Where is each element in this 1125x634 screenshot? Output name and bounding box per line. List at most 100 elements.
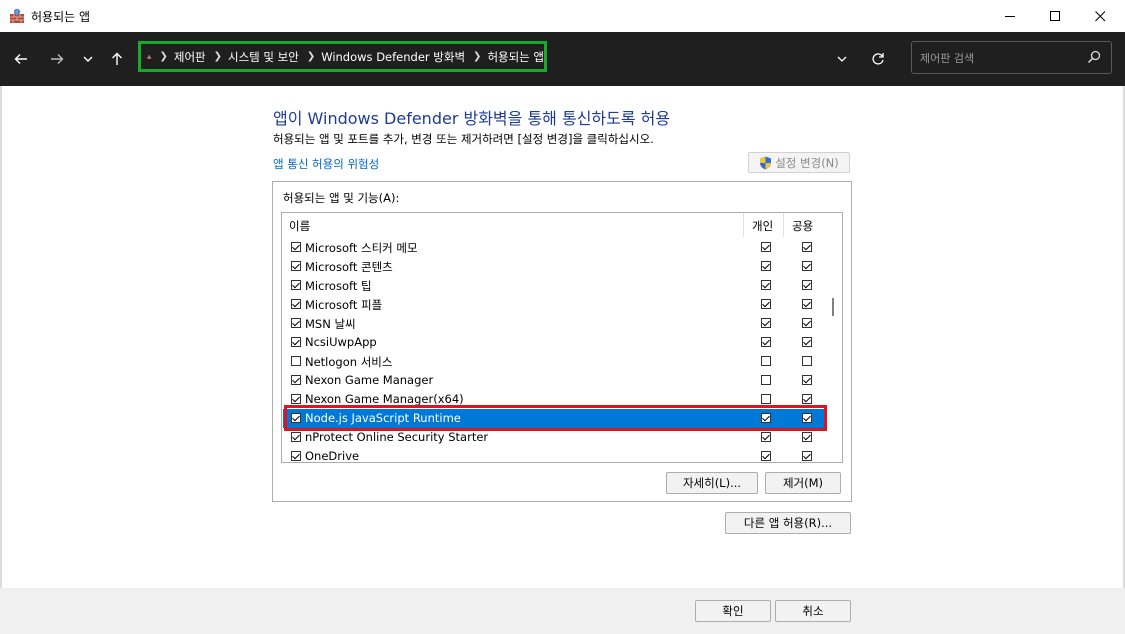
- recent-locations-button[interactable]: [75, 46, 101, 72]
- remove-button[interactable]: 제거(M): [765, 472, 841, 494]
- maximize-button[interactable]: [1032, 0, 1078, 32]
- page-description: 허용되는 앱 및 포트를 추가, 변경 또는 제거하려면 [설정 변경]을 클릭…: [273, 132, 654, 146]
- list-item[interactable]: Nexon Game Manager(x64): [283, 390, 826, 409]
- list-item[interactable]: Nexon Game Manager: [283, 371, 826, 390]
- allow-another-app-button[interactable]: 다른 앱 허용(R)...: [725, 512, 851, 534]
- private-checkbox[interactable]: [761, 375, 771, 385]
- title-bar: 허용되는 앱: [0, 0, 1125, 32]
- dialog-footer: 확인 취소: [0, 588, 1125, 634]
- public-checkbox[interactable]: [802, 356, 812, 366]
- public-checkbox[interactable]: [802, 242, 812, 252]
- public-checkbox[interactable]: [802, 261, 812, 271]
- minimize-button[interactable]: [987, 0, 1033, 32]
- private-checkbox[interactable]: [761, 451, 771, 461]
- private-checkbox[interactable]: [761, 280, 771, 290]
- enable-checkbox[interactable]: [291, 413, 301, 423]
- enable-checkbox[interactable]: [291, 375, 301, 385]
- public-checkbox[interactable]: [802, 413, 812, 423]
- refresh-icon: [872, 53, 884, 65]
- maximize-icon: [1049, 10, 1060, 21]
- app-name: NcsiUwpApp: [305, 335, 377, 349]
- app-name: nProtect Online Security Starter: [305, 430, 489, 444]
- column-header-name[interactable]: 이름: [289, 218, 310, 234]
- enable-checkbox[interactable]: [291, 451, 301, 461]
- column-header-private[interactable]: 개인: [752, 218, 773, 234]
- private-checkbox[interactable]: [761, 299, 771, 309]
- app-name: Microsoft 스티커 메모: [305, 241, 418, 255]
- search-input[interactable]: [918, 48, 1082, 68]
- chevron-down-icon: [837, 56, 847, 62]
- list-item[interactable]: MSN 날씨: [283, 314, 826, 333]
- list-item[interactable]: Microsoft 피플: [283, 295, 826, 314]
- private-checkbox[interactable]: [761, 394, 771, 404]
- search-icon[interactable]: [1087, 50, 1101, 64]
- list-item[interactable]: Netlogon 서비스: [283, 352, 826, 371]
- address-bar[interactable]: ❯ 제어판 ❯ 시스템 및 보안 ❯ Windows Defender 방화벽 …: [138, 41, 547, 72]
- close-button[interactable]: [1077, 0, 1123, 32]
- private-checkbox[interactable]: [761, 413, 771, 423]
- breadcrumb-system-security[interactable]: 시스템 및 보안: [228, 49, 299, 65]
- vertical-scrollbar[interactable]: [824, 213, 842, 462]
- app-name: Microsoft 팁: [305, 279, 372, 293]
- up-button[interactable]: [104, 46, 130, 72]
- chevron-down-icon: [83, 56, 93, 62]
- list-item[interactable]: Microsoft 콘텐츠: [283, 257, 826, 276]
- refresh-button[interactable]: [865, 46, 891, 72]
- ok-button[interactable]: 확인: [695, 600, 771, 622]
- back-button[interactable]: [8, 46, 34, 72]
- enable-checkbox[interactable]: [291, 356, 301, 366]
- chevron-right-icon: ❯: [473, 51, 482, 62]
- breadcrumb-allowed-apps[interactable]: 허용되는 앱: [487, 49, 544, 65]
- allowed-apps-list[interactable]: 이름 개인 공용 Microsoft 스티커 메모 Microsoft 콘텐츠 Mi…: [281, 212, 843, 463]
- public-checkbox[interactable]: [802, 394, 812, 404]
- list-item[interactable]: nProtect Online Security Starter: [283, 428, 826, 447]
- public-checkbox[interactable]: [802, 280, 812, 290]
- app-name: Nexon Game Manager(x64): [305, 392, 464, 406]
- arrow-right-icon: [51, 54, 64, 64]
- public-checkbox[interactable]: [802, 432, 812, 442]
- private-checkbox[interactable]: [761, 432, 771, 442]
- scrollbar-thumb[interactable]: [832, 298, 834, 316]
- details-button[interactable]: 자세히(L)...: [666, 472, 758, 494]
- change-settings-button[interactable]: 설정 변경(N): [748, 152, 850, 173]
- enable-checkbox[interactable]: [291, 299, 301, 309]
- enable-checkbox[interactable]: [291, 280, 301, 290]
- list-item[interactable]: Microsoft 스티커 메모: [283, 238, 826, 257]
- private-checkbox[interactable]: [761, 356, 771, 366]
- column-header-public[interactable]: 공용: [792, 218, 813, 234]
- chevron-right-icon: ❯: [213, 51, 223, 62]
- column-divider: [743, 213, 744, 237]
- navigation-bar: ❯ 제어판 ❯ 시스템 및 보안 ❯ Windows Defender 방화벽 …: [0, 32, 1125, 86]
- enable-checkbox[interactable]: [291, 394, 301, 404]
- private-checkbox[interactable]: [761, 242, 771, 252]
- window-title: 허용되는 앱: [31, 10, 91, 24]
- enable-checkbox[interactable]: [291, 242, 301, 252]
- enable-checkbox[interactable]: [291, 318, 301, 328]
- app-name: Netlogon 서비스: [305, 355, 393, 369]
- breadcrumb-control-panel[interactable]: 제어판: [174, 49, 206, 65]
- forward-button[interactable]: [44, 46, 70, 72]
- public-checkbox[interactable]: [802, 451, 812, 461]
- app-name: Microsoft 피플: [305, 298, 383, 312]
- uac-shield-icon: [760, 156, 772, 169]
- list-item[interactable]: Node.js JavaScript Runtime: [283, 409, 826, 428]
- enable-checkbox[interactable]: [291, 261, 301, 271]
- public-checkbox[interactable]: [802, 299, 812, 309]
- window-edge: [0, 86, 2, 634]
- address-dropdown-button[interactable]: [829, 46, 855, 72]
- private-checkbox[interactable]: [761, 337, 771, 347]
- public-checkbox[interactable]: [802, 337, 812, 347]
- breadcrumb-defender-firewall[interactable]: Windows Defender 방화벽: [321, 49, 465, 65]
- list-item[interactable]: Microsoft 팁: [283, 276, 826, 295]
- public-checkbox[interactable]: [802, 375, 812, 385]
- risk-info-link[interactable]: 앱 통신 허용의 위험성: [273, 156, 379, 172]
- enable-checkbox[interactable]: [291, 337, 301, 347]
- list-item[interactable]: NcsiUwpApp: [283, 333, 826, 352]
- list-item[interactable]: OneDrive: [283, 447, 826, 462]
- enable-checkbox[interactable]: [291, 432, 301, 442]
- cancel-button[interactable]: 취소: [775, 600, 851, 622]
- public-checkbox[interactable]: [802, 318, 812, 328]
- search-box[interactable]: [911, 41, 1112, 74]
- private-checkbox[interactable]: [761, 318, 771, 328]
- private-checkbox[interactable]: [761, 261, 771, 271]
